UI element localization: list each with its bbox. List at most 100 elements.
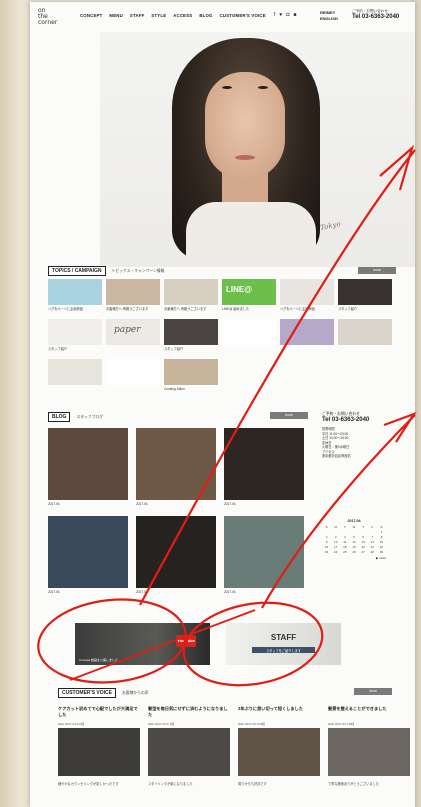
- topics-heading: TOPICS / CAMPAIGN トピックス・キャンペーン情報: [48, 266, 164, 276]
- hero-signature: Tokyo: [319, 219, 342, 233]
- hero-eye-left: [222, 86, 232, 89]
- calendar-grid: S M T W T F S 1 2 3 4 5 6 7 8 9 10 11 12 13 14 15 16 17 18 19 20 21…: [322, 525, 386, 555]
- calendar-day[interactable]: 23: [322, 550, 331, 555]
- voice-item[interactable]: 2年ぶりに思い切って短くしました Web 2017.04 S.M様 周りからも好…: [238, 706, 320, 787]
- calendar-day[interactable]: 24: [331, 550, 340, 555]
- youtube-banner[interactable]: You Tube Concept 動画を公開しました: [75, 623, 210, 665]
- blog-more-button[interactable]: more: [270, 412, 308, 419]
- calendar-link[interactable]: ▶ more: [322, 556, 386, 560]
- topic-image: [48, 319, 102, 345]
- youtube-icon[interactable]: ■: [293, 12, 296, 18]
- nav-menu[interactable]: MENU: [109, 13, 122, 18]
- topic-image: [164, 359, 218, 385]
- calendar-day[interactable]: 26: [349, 550, 358, 555]
- header-contact: ご予約・お問い合わせ Tel 03-6363-2040: [352, 9, 399, 20]
- topics-grid: ハグをルーツに企画商品 お客様方へ 有難うございます お客様方へ 有難うございま…: [48, 279, 396, 395]
- nav-customers-voice[interactable]: CUSTOMER'S VOICE: [220, 13, 266, 18]
- blog-post[interactable]: 2017.04: [136, 516, 216, 598]
- calendar-day[interactable]: 27: [359, 550, 368, 555]
- hero-lips: [235, 155, 255, 160]
- nav-concept[interactable]: CONCEPT: [80, 13, 102, 18]
- calendar-day[interactable]: 28: [368, 550, 377, 555]
- topic-image: [106, 359, 160, 385]
- nav-staff[interactable]: STAFF: [130, 13, 145, 18]
- nav-style[interactable]: STYLE: [151, 13, 166, 18]
- topic-item[interactable]: お客様方へ 有難うございます: [106, 279, 160, 315]
- voice-image: [238, 728, 320, 776]
- blog-post[interactable]: 2017.04: [224, 428, 304, 510]
- sidebar-phone[interactable]: Tel 03-6363-2040: [322, 417, 392, 423]
- topic-item[interactable]: お客様方へ 有難うございます: [164, 279, 218, 315]
- blog-image: [224, 428, 304, 500]
- topic-item[interactable]: スタッフ紹介: [48, 319, 102, 355]
- main-nav: CONCEPT MENU STAFF STYLE ACCESS BLOG CUS…: [80, 13, 266, 18]
- topic-image: [164, 319, 218, 345]
- paper-logo: paper: [114, 325, 141, 335]
- calendar-title: 2017.04: [347, 519, 361, 523]
- topic-item[interactable]: [106, 359, 160, 395]
- voice-title: CUSTOMER'S VOICE: [58, 688, 116, 698]
- site-logo[interactable]: on the corner: [38, 8, 60, 26]
- nav-blog[interactable]: BLOG: [199, 13, 212, 18]
- desk-background: [0, 0, 30, 807]
- blog-post[interactable]: 2017.04: [224, 516, 304, 598]
- blog-image: [136, 516, 216, 588]
- staff-banner-title: STAFF: [270, 633, 297, 642]
- hero-face: [205, 72, 285, 180]
- topic-image: [280, 319, 334, 345]
- calendar-day[interactable]: 29: [377, 550, 386, 555]
- blog-grid: 2017.04 2017.04 2017.04 2017.04 2017.04 …: [48, 428, 304, 598]
- hero-photo: Tokyo: [100, 32, 415, 267]
- voice-grid: ケアカット初めてで心配でしたが大満足でした Web 2017.04 A.K様 細…: [58, 706, 412, 787]
- printed-page: on the corner CONCEPT MENU STAFF STYLE A…: [30, 2, 415, 807]
- blog-post[interactable]: 2017.04: [136, 428, 216, 510]
- voice-image: [328, 728, 410, 776]
- topic-item[interactable]: スタッフ紹介: [338, 279, 392, 315]
- topic-image: paper: [106, 319, 160, 345]
- staff-banner[interactable]: STAFF スタッフをご紹介します: [226, 623, 341, 665]
- topic-item[interactable]: [48, 359, 102, 395]
- topic-item[interactable]: ハグをルーツに企画商品: [48, 279, 102, 315]
- voice-more-button[interactable]: more: [354, 688, 392, 695]
- youtube-caption: Concept 動画を公開しました: [79, 658, 119, 662]
- topic-image: [48, 279, 102, 305]
- blog-image: [224, 516, 304, 588]
- topic-image: [222, 319, 276, 345]
- topic-item[interactable]: Cooking Salon: [164, 359, 218, 395]
- topic-item[interactable]: [338, 319, 392, 355]
- hero-eye-right: [258, 86, 268, 89]
- facebook-icon[interactable]: f: [274, 12, 275, 18]
- topic-item[interactable]: [280, 319, 334, 355]
- social-links: f ♥ ◘ ■: [274, 12, 296, 18]
- voice-image: [148, 728, 230, 776]
- lang-english[interactable]: ENGLISH: [320, 16, 338, 22]
- blog-post[interactable]: 2017.04: [48, 516, 128, 598]
- staff-banner-caption: スタッフをご紹介します: [265, 649, 302, 653]
- topic-item[interactable]: [222, 319, 276, 355]
- blog-image: [48, 516, 128, 588]
- topic-image: [164, 279, 218, 305]
- blog-title: BLOG: [48, 412, 71, 422]
- topic-item[interactable]: スタッフ紹介: [164, 319, 218, 355]
- voice-item[interactable]: 髪型を毎日気にせずに済むようになりました Web 2017.04 K.T様 スタ…: [148, 706, 230, 787]
- topic-item[interactable]: ハグをルーツに企画商品: [280, 279, 334, 315]
- language-switch: REIMEY ENGLISH: [320, 10, 338, 22]
- phone-number[interactable]: Tel 03-6363-2040: [352, 14, 399, 20]
- calendar-day[interactable]: 25: [340, 550, 349, 555]
- topic-image: [338, 319, 392, 345]
- topic-item[interactable]: LINE@ LINE@ 始めました: [222, 279, 276, 315]
- topic-item[interactable]: paper: [106, 319, 160, 355]
- topics-title: TOPICS / CAMPAIGN: [48, 266, 106, 276]
- voice-item[interactable]: 髪質を整えることができました Web 2017.04 Y.N様 丁寧な施術ありが…: [328, 706, 410, 787]
- topic-image: [106, 279, 160, 305]
- twitter-icon[interactable]: ♥: [279, 12, 282, 18]
- blog-sidebar-contact: ご予約・お問い合わせ Tel 03-6363-2040 営業時間 平日 11:0…: [322, 412, 392, 459]
- topic-image: [48, 359, 102, 385]
- nav-access[interactable]: ACCESS: [173, 13, 192, 18]
- blog-post[interactable]: 2017.04: [48, 428, 128, 510]
- topics-more-button[interactable]: more: [358, 267, 396, 274]
- voice-item[interactable]: ケアカット初めてで心配でしたが大満足でした Web 2017.04 A.K様 細…: [58, 706, 140, 787]
- voice-image: [58, 728, 140, 776]
- blog-image: [48, 428, 128, 500]
- instagram-icon[interactable]: ◘: [286, 12, 289, 18]
